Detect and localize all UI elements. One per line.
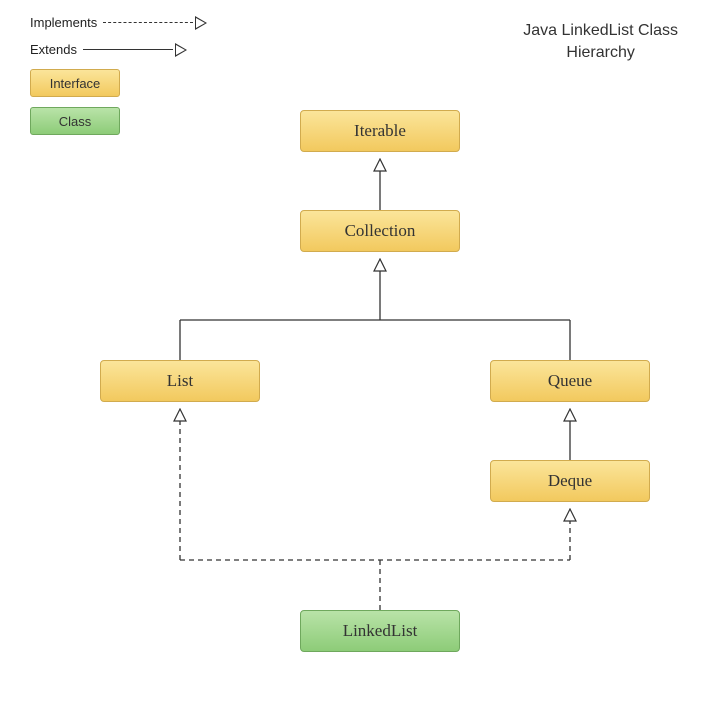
legend-interface-label: Interface: [50, 76, 101, 91]
legend-extends-label: Extends: [30, 42, 77, 57]
node-collection-label: Collection: [345, 221, 416, 241]
node-iterable: Iterable: [300, 110, 460, 152]
legend-interface-box: Interface: [30, 69, 120, 97]
implements-arrow-icon: [103, 22, 193, 23]
legend-class-box: Class: [30, 107, 120, 135]
extends-arrow-icon: [83, 49, 173, 50]
node-list-label: List: [167, 371, 193, 391]
legend-implements: Implements: [30, 15, 193, 30]
node-linkedlist-label: LinkedList: [343, 621, 418, 641]
node-queue: Queue: [490, 360, 650, 402]
legend-class-label: Class: [59, 114, 92, 129]
title-line-2: Hierarchy: [566, 44, 634, 61]
legend-extends: Extends: [30, 42, 193, 57]
node-deque-label: Deque: [548, 471, 592, 491]
node-deque: Deque: [490, 460, 650, 502]
legend: Implements Extends Interface Class: [30, 15, 193, 145]
node-list: List: [100, 360, 260, 402]
title-line-1: Java LinkedList Class: [523, 22, 678, 39]
node-linkedlist: LinkedList: [300, 610, 460, 652]
legend-implements-label: Implements: [30, 15, 97, 30]
diagram-title: Java LinkedList Class Hierarchy: [523, 20, 678, 65]
node-collection: Collection: [300, 210, 460, 252]
node-iterable-label: Iterable: [354, 121, 406, 141]
node-queue-label: Queue: [548, 371, 592, 391]
